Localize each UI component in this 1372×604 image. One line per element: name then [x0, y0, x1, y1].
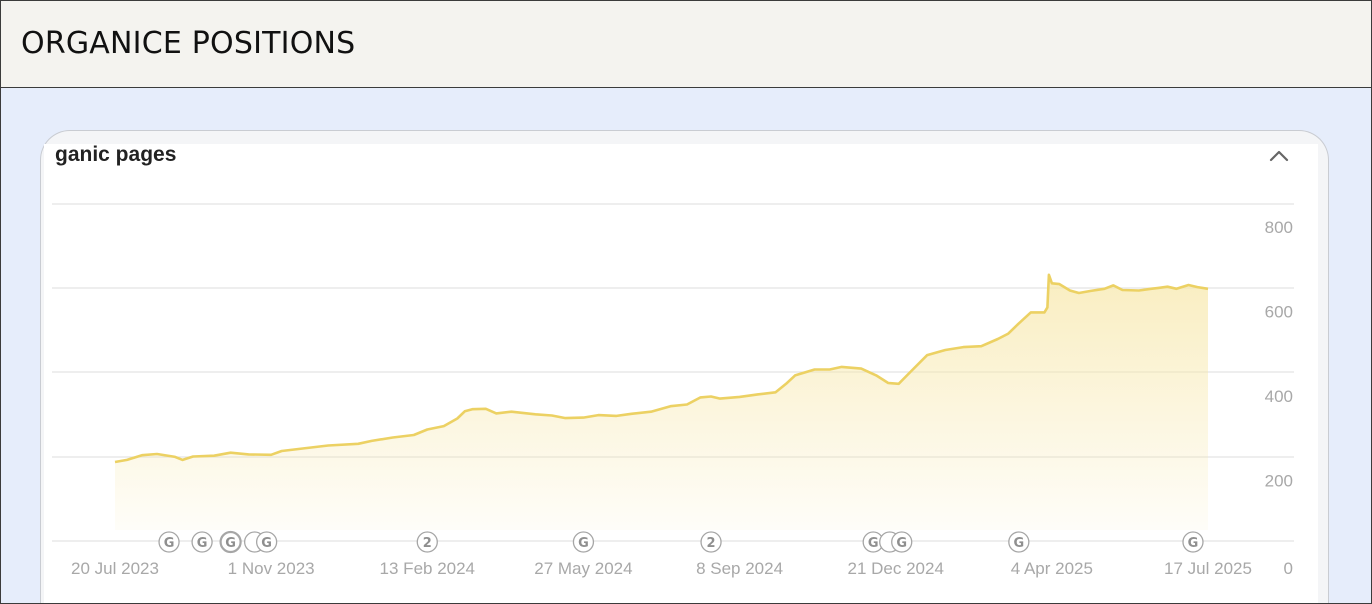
x-tick-label: 4 Apr 2025 [1011, 559, 1093, 578]
x-tick-label: 27 May 2024 [534, 559, 632, 578]
annotation-label: G [578, 536, 589, 551]
y-tick-label: 400 [1265, 387, 1293, 406]
annotation-label: G [261, 536, 272, 551]
annotation-label: G [197, 536, 208, 551]
annotation-label: G [1188, 536, 1199, 551]
annotation-label: G [225, 536, 236, 551]
x-tick-label: 20 Jul 2023 [71, 559, 159, 578]
y-tick-label: 600 [1265, 303, 1293, 322]
y-tick-label: 0 [1284, 559, 1293, 578]
annotation-label: 2 [423, 536, 432, 551]
y-tick-label: 200 [1265, 472, 1293, 491]
annotation-label: G [868, 536, 879, 551]
annotation-label: 2 [707, 536, 716, 551]
x-tick-label: 21 Dec 2024 [848, 559, 944, 578]
organic-pages-chart: 0 200 400 600 800 20 Jul 2023 1 Nov 2023 13 Feb… [52, 203, 1294, 578]
annotation-label: G [164, 536, 175, 551]
x-tick-label: 1 Nov 2023 [228, 559, 315, 578]
annotation-label: G [896, 536, 907, 551]
annotation-label: G [1013, 536, 1024, 551]
y-tick-label: 800 [1265, 218, 1293, 237]
x-tick-label: 17 Jul 2025 [1164, 559, 1252, 578]
x-tick-label: 13 Feb 2024 [380, 559, 475, 578]
x-tick-label: 8 Sep 2024 [696, 559, 783, 578]
